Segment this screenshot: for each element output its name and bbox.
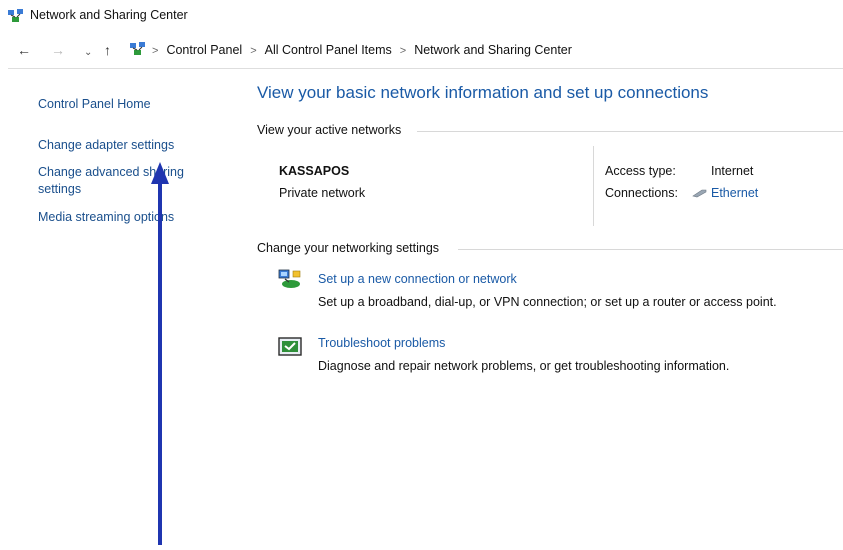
recent-locations-button[interactable]: ⌄	[84, 44, 92, 62]
up-button[interactable]: ↑	[104, 41, 111, 59]
group-divider	[458, 249, 843, 250]
address-divider	[8, 68, 843, 69]
network-divider	[593, 146, 594, 226]
active-networks-label: View your active networks	[257, 123, 402, 137]
network-center-icon	[8, 9, 23, 22]
network-type: Private network	[279, 186, 366, 200]
new-connection-icon	[278, 269, 301, 288]
group-divider	[417, 131, 843, 132]
breadcrumb: > Control Panel > All Control Panel Items > N…	[152, 43, 572, 57]
breadcrumb-control-panel[interactable]: Control Panel	[166, 43, 242, 57]
connections-label: Connections:	[605, 186, 678, 200]
breadcrumb-network-center[interactable]: Network and Sharing Center	[414, 43, 572, 57]
ethernet-icon	[692, 189, 707, 198]
setup-connection-link[interactable]: Set up a new connection or network	[318, 272, 517, 286]
setup-connection-description: Set up a broadband, dial-up, or VPN conn…	[318, 295, 777, 309]
window-title: Network and Sharing Center	[30, 8, 188, 22]
breadcrumb-separator: >	[152, 45, 159, 57]
access-type-value: Internet	[711, 164, 754, 178]
ethernet-link[interactable]: Ethernet	[711, 186, 758, 200]
sidebar-item-adapter-settings[interactable]: Change adapter settings	[38, 137, 174, 154]
troubleshoot-link[interactable]: Troubleshoot problems	[318, 336, 445, 350]
sidebar-item-control-panel-home[interactable]: Control Panel Home	[38, 96, 151, 113]
troubleshoot-icon	[278, 337, 302, 356]
back-button[interactable]: ←	[17, 41, 31, 59]
access-type-label: Access type:	[605, 164, 676, 178]
breadcrumb-all-items[interactable]: All Control Panel Items	[265, 43, 392, 57]
sidebar-item-label: settings	[38, 182, 82, 196]
network-name: KASSAPOS	[279, 164, 350, 178]
troubleshoot-description: Diagnose and repair network problems, or…	[318, 359, 730, 373]
title-bar: Network and Sharing Center	[0, 0, 843, 30]
control-panel-icon	[130, 42, 145, 55]
networking-settings-label: Change your networking settings	[257, 241, 440, 255]
pointer-arrow-icon	[151, 162, 169, 545]
breadcrumb-separator: >	[250, 45, 257, 57]
forward-button[interactable]: →	[51, 41, 65, 59]
page-title: View your basic network information and …	[257, 83, 709, 102]
breadcrumb-separator: >	[399, 45, 407, 57]
